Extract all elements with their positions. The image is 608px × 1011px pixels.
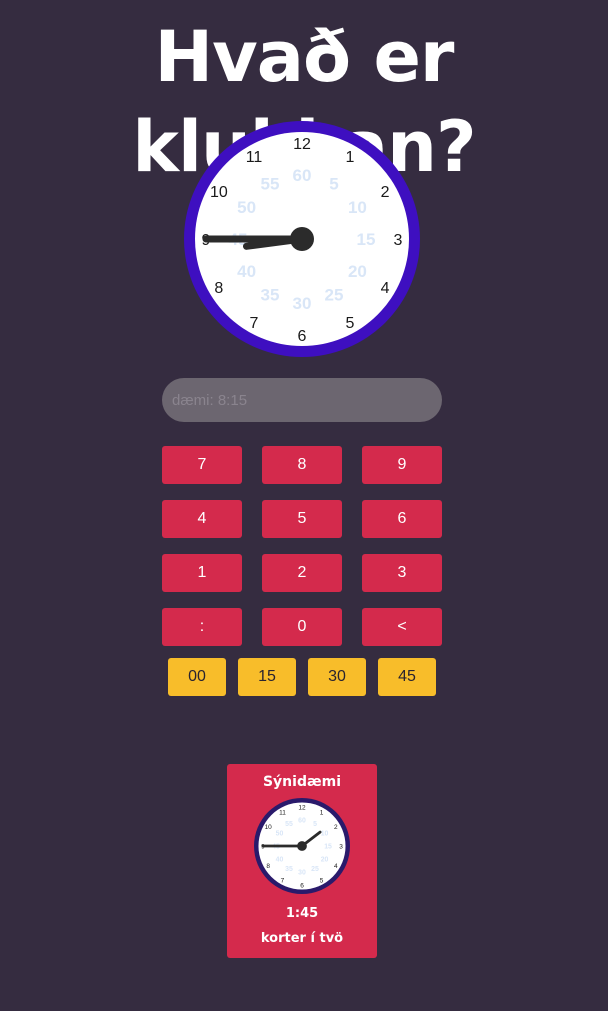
minute-number: 30 bbox=[298, 869, 306, 876]
minute-number: 25 bbox=[311, 866, 319, 873]
minutes-15-button[interactable]: 15 bbox=[238, 658, 296, 696]
key-6[interactable]: 6 bbox=[362, 500, 442, 538]
hour-number: 11 bbox=[279, 810, 286, 817]
minute-number: 60 bbox=[298, 817, 306, 824]
hour-number: 4 bbox=[334, 863, 338, 870]
key-0[interactable]: 0 bbox=[262, 608, 342, 646]
key-5[interactable]: 5 bbox=[262, 500, 342, 538]
hour-number: 3 bbox=[394, 232, 403, 249]
hour-number: 8 bbox=[214, 280, 223, 297]
hour-number: 6 bbox=[298, 328, 307, 345]
minutes-00-button[interactable]: 00 bbox=[168, 658, 226, 696]
minutes-45-button[interactable]: 45 bbox=[378, 658, 436, 696]
key-9[interactable]: 9 bbox=[362, 446, 442, 484]
minute-number: 40 bbox=[237, 262, 256, 281]
minutes-30-button[interactable]: 30 bbox=[308, 658, 366, 696]
minute-number: 10 bbox=[321, 830, 329, 837]
hour-number: 5 bbox=[346, 315, 355, 332]
hour-number: 12 bbox=[298, 804, 306, 811]
minute-number: 20 bbox=[348, 262, 367, 281]
example-clock: 60510152025303540455055121234567891011 bbox=[254, 798, 350, 894]
hour-number: 2 bbox=[334, 824, 338, 831]
hour-number: 8 bbox=[266, 863, 270, 870]
minute-number: 50 bbox=[276, 830, 284, 837]
hour-number: 12 bbox=[293, 136, 311, 153]
key-3[interactable]: 3 bbox=[362, 554, 442, 592]
example-card: Sýnidæmi 6051015202530354045505512123456… bbox=[227, 764, 377, 958]
minute-number: 50 bbox=[237, 198, 256, 217]
time-answer-input[interactable] bbox=[162, 378, 442, 422]
minute-number: 55 bbox=[285, 821, 293, 828]
hour-number: 11 bbox=[246, 149, 263, 166]
main-clock: 60510152025303540455055121234567891011 bbox=[184, 121, 420, 357]
hour-number: 1 bbox=[346, 149, 355, 166]
minute-number: 20 bbox=[321, 856, 329, 863]
key-backspace[interactable]: < bbox=[362, 608, 442, 646]
minute-number: 35 bbox=[285, 866, 293, 873]
minute-number: 5 bbox=[329, 175, 338, 194]
hour-number: 7 bbox=[281, 877, 285, 884]
minute-number: 5 bbox=[313, 821, 317, 828]
clock-center-pin bbox=[297, 841, 307, 851]
minute-number: 15 bbox=[357, 230, 376, 249]
example-time-words: korter í tvö bbox=[260, 931, 344, 946]
hour-number: 6 bbox=[300, 882, 304, 889]
hour-number: 4 bbox=[381, 280, 390, 297]
minute-number: 25 bbox=[325, 285, 344, 304]
hour-number: 2 bbox=[381, 184, 390, 201]
key-4[interactable]: 4 bbox=[162, 500, 242, 538]
example-time-text: 1:45 bbox=[285, 906, 319, 921]
key-7[interactable]: 7 bbox=[162, 446, 242, 484]
minute-number: 40 bbox=[276, 856, 284, 863]
key-1[interactable]: 1 bbox=[162, 554, 242, 592]
hour-number: 7 bbox=[250, 315, 259, 332]
example-title: Sýnidæmi bbox=[262, 774, 342, 790]
clock-center-pin bbox=[290, 227, 314, 251]
hour-number: 3 bbox=[339, 843, 343, 850]
hour-number: 5 bbox=[320, 877, 324, 884]
key-2[interactable]: 2 bbox=[262, 554, 342, 592]
minute-number: 15 bbox=[324, 843, 332, 850]
hour-number: 1 bbox=[320, 810, 324, 817]
hour-number: 10 bbox=[265, 824, 273, 831]
minute-number: 30 bbox=[293, 294, 312, 313]
key-8[interactable]: 8 bbox=[262, 446, 342, 484]
hour-number: 10 bbox=[210, 184, 228, 201]
minute-number: 10 bbox=[348, 198, 367, 217]
minute-number: 55 bbox=[261, 175, 280, 194]
key-colon[interactable]: : bbox=[162, 608, 242, 646]
minute-number: 60 bbox=[293, 166, 312, 185]
minute-number: 35 bbox=[261, 285, 280, 304]
